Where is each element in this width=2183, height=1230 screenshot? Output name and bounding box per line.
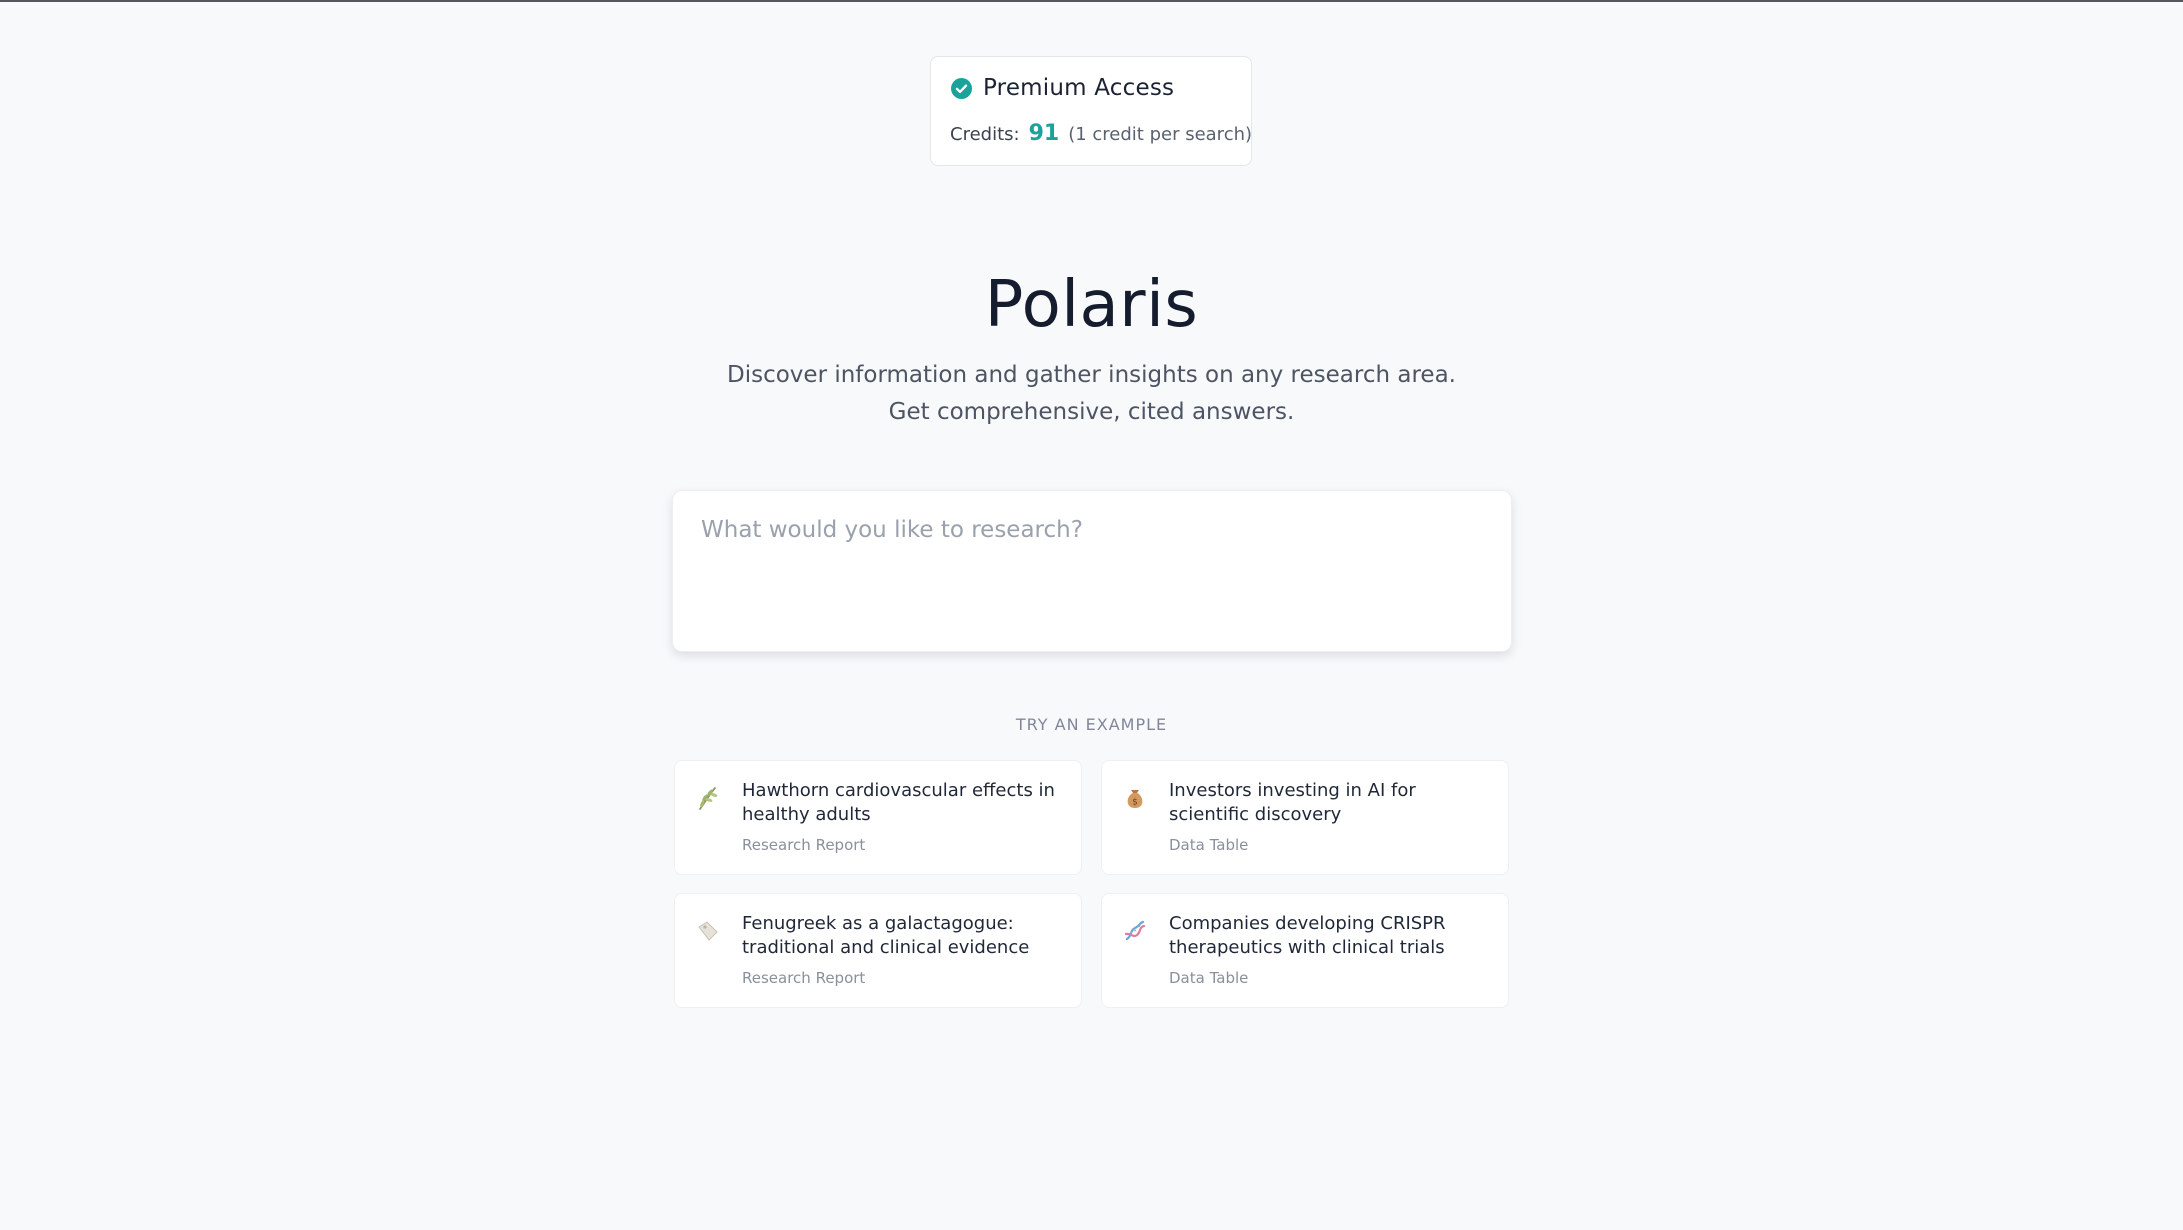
svg-text:$: $	[1132, 798, 1138, 808]
subtitle-line-2: Get comprehensive, cited answers.	[888, 399, 1295, 425]
examples-heading: TRY AN EXAMPLE	[1015, 715, 1168, 734]
credits-value: 91	[1028, 121, 1060, 146]
search-box[interactable]	[672, 490, 1512, 652]
dna-icon	[1124, 920, 1146, 941]
example-type: Research Report	[742, 969, 866, 987]
seed-icon	[698, 921, 718, 941]
premium-header: Premium Access	[951, 75, 1174, 101]
example-title: Investors investing in AI for scientific…	[1169, 780, 1416, 825]
example-type: Data Table	[1169, 836, 1249, 854]
page: Premium Access Credits: 91 (1 credit per…	[0, 0, 2183, 1230]
app-title: Polaris	[984, 268, 1199, 342]
example-type: Research Report	[742, 836, 866, 854]
premium-title: Premium Access	[983, 75, 1175, 101]
top-border	[0, 0, 2183, 2]
example-card[interactable]: Hawthorn cardiovascular effects in healt…	[674, 760, 1082, 875]
example-card[interactable]: $ Investors investing in AI for scientif…	[1101, 760, 1509, 875]
example-type: Data Table	[1169, 969, 1249, 987]
money-bag-icon: $	[1127, 790, 1143, 808]
herb-icon	[699, 787, 718, 810]
example-card[interactable]: Fenugreek as a galactagogue: traditional…	[674, 893, 1082, 1008]
example-title: Fenugreek as a galactagogue: traditional…	[742, 913, 1030, 958]
example-title: Hawthorn cardiovascular effects in healt…	[742, 780, 1055, 825]
credits-note: (1 credit per search)	[1068, 124, 1253, 145]
example-card[interactable]: Companies developing CRISPR therapeutics…	[1101, 893, 1509, 1008]
subtitle-line-1: Discover information and gather insights…	[727, 362, 1456, 388]
credits-label: Credits:	[950, 124, 1020, 145]
research-query-input[interactable]	[701, 517, 1481, 627]
example-title: Companies developing CRISPR therapeutics…	[1169, 913, 1446, 958]
premium-access-card: Premium Access Credits: 91 (1 credit per…	[930, 56, 1252, 166]
credits-row: Credits: 91 (1 credit per search)	[950, 121, 1252, 146]
check-circle-icon	[951, 77, 972, 99]
